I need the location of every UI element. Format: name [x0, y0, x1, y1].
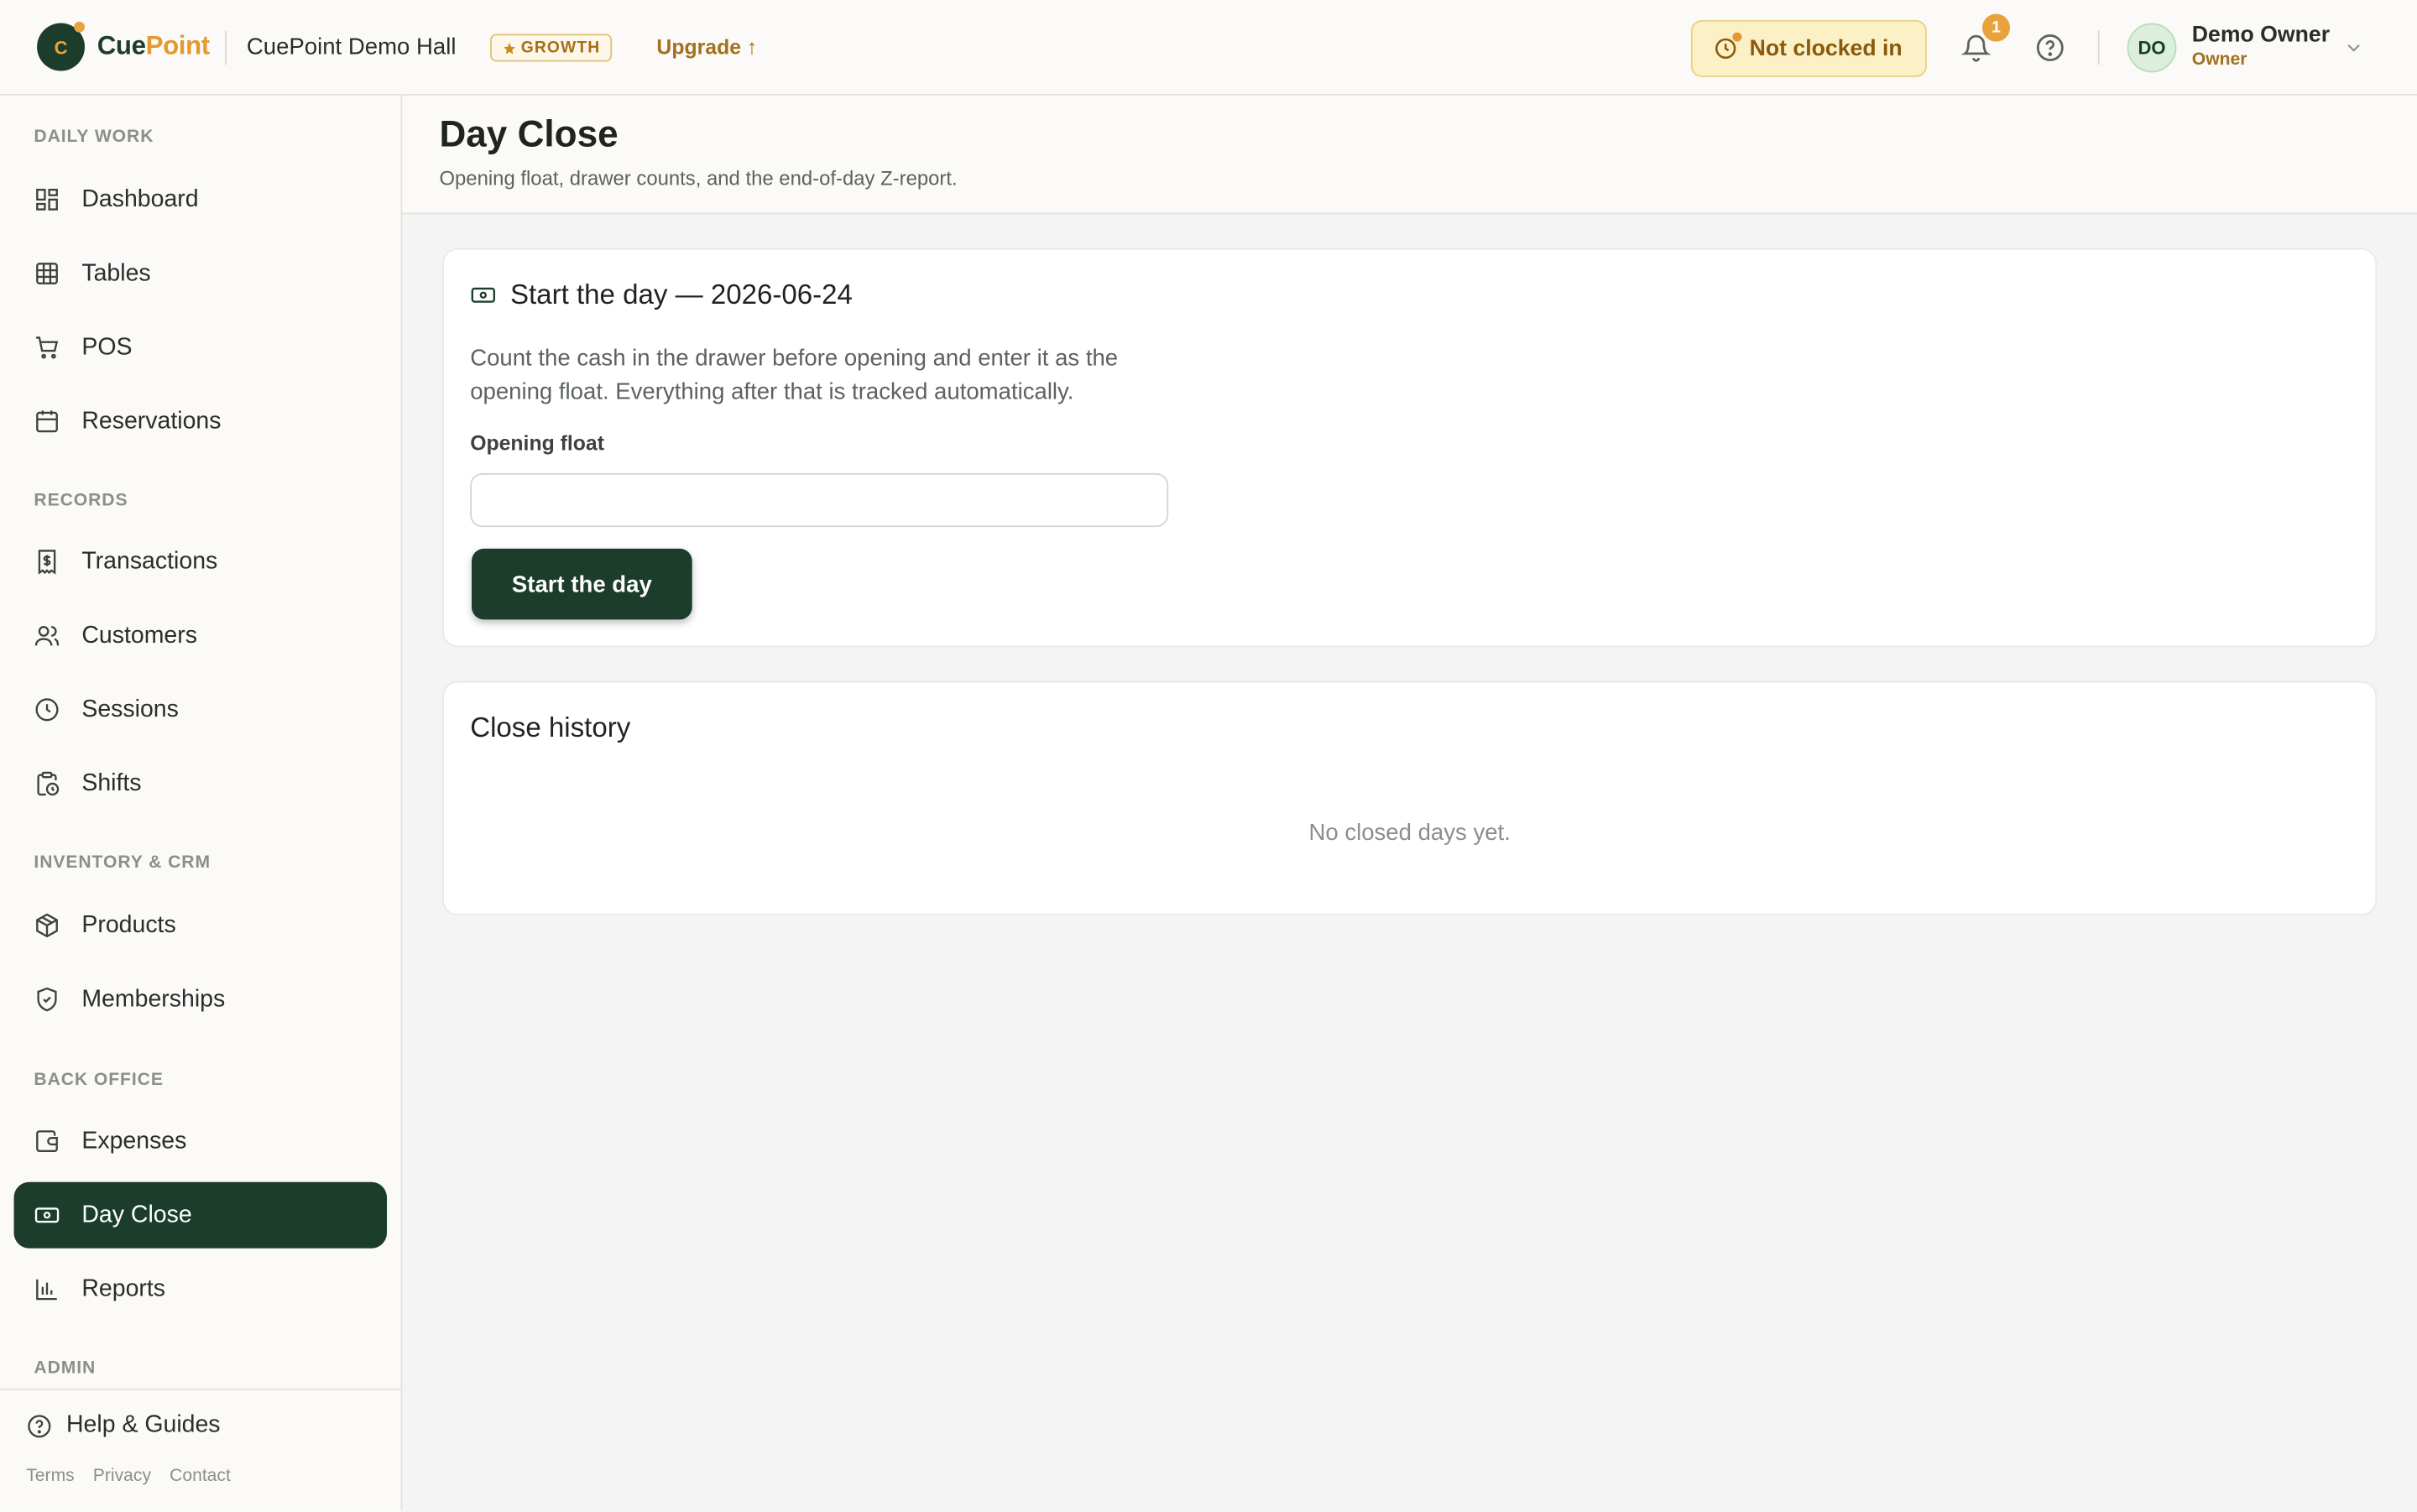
footer-links: Terms Privacy Contact [26, 1468, 231, 1486]
plan-badge: GROWTH [490, 34, 613, 62]
sidebar-item-sessions[interactable]: Sessions [14, 676, 387, 743]
sidebar-item-label: Expenses [81, 1127, 187, 1154]
sidebar-item-label: Reports [81, 1275, 166, 1302]
sidebar: DAILY WORK Dashboard Tables POS Reservat… [0, 95, 403, 1512]
start-day-title: Start the day — 2026-06-24 [470, 279, 853, 311]
clock-alert-dot [1732, 32, 1742, 42]
help-guides-link[interactable]: Help & Guides [26, 1411, 221, 1439]
divider [225, 30, 227, 65]
users-icon [34, 626, 60, 646]
sidebar-item-label: Products [81, 911, 176, 938]
help-circle-icon[interactable] [2034, 33, 2065, 64]
sidebar-item-label: Day Close [81, 1201, 192, 1228]
start-day-title-text: Start the day — 2026-06-24 [509, 279, 853, 310]
wallet-icon [36, 1130, 58, 1152]
sidebar-item-label: Tables [81, 259, 151, 286]
sidebar-item-tables[interactable]: Tables [14, 241, 387, 307]
avatar[interactable]: DO [2127, 23, 2177, 73]
app-root: C CuePoint CuePoint Demo Hall GROWTH Upg… [0, 0, 2417, 1512]
logo-mark[interactable]: C [37, 21, 86, 71]
sidebar-item-products[interactable]: Products [14, 892, 387, 958]
star-icon [504, 42, 515, 54]
shield-icon [37, 987, 57, 1012]
opening-float-input[interactable] [470, 472, 1169, 528]
sidebar-item-shifts[interactable]: Shifts [14, 750, 387, 816]
logo-letter: C [54, 36, 68, 58]
venue-name: CuePoint Demo Hall [246, 34, 457, 60]
sidebar-item-reservations[interactable]: Reservations [14, 388, 387, 455]
package-icon [36, 913, 58, 938]
calendar-icon [36, 410, 58, 433]
clipboard-clock-icon [37, 771, 60, 796]
start-day-card: Start the day — 2026-06-24 Count the cas… [442, 248, 2378, 648]
empty-state: No closed days yet. [1308, 820, 1511, 847]
sidebar-item-day-close[interactable]: Day Close [13, 1181, 388, 1249]
sidebar-item-label: Dashboard [81, 185, 199, 212]
logo-point: Point [145, 30, 211, 60]
page-title: Day Close [439, 113, 619, 156]
sidebar-item-label: Memberships [81, 985, 226, 1012]
start-day-description: Count the cash in the drawer before open… [470, 345, 1119, 406]
dashboard-icon [36, 188, 58, 211]
contact-link[interactable]: Contact [170, 1468, 231, 1486]
bar-chart-icon [36, 1279, 57, 1301]
start-day-button[interactable]: Start the day [472, 548, 692, 620]
logo-dot [74, 21, 86, 33]
close-history-card: Close history No closed days yet. [442, 680, 2378, 915]
page-header: Day Close Opening float, drawer counts, … [402, 95, 2417, 215]
section-daily-work: DAILY WORK [34, 128, 154, 147]
sidebar-item-label: Sessions [81, 696, 179, 722]
banknote-icon [471, 287, 495, 303]
user-role: Owner [2191, 50, 2247, 70]
sidebar-item-label: Shifts [81, 769, 142, 796]
receipt-icon [38, 550, 56, 575]
sidebar-item-dashboard[interactable]: Dashboard [14, 166, 387, 232]
page-subtitle: Opening float, drawer counts, and the en… [439, 166, 958, 190]
section-back-office: BACK OFFICE [34, 1071, 164, 1090]
chevron-down-icon[interactable] [2343, 37, 2365, 59]
sidebar-item-label: Customers [81, 622, 197, 649]
sidebar-item-expenses[interactable]: Expenses [14, 1108, 387, 1175]
sidebar-item-reports[interactable]: Reports [14, 1256, 387, 1322]
top-bar: C CuePoint CuePoint Demo Hall GROWTH Upg… [0, 0, 2417, 96]
section-admin: ADMIN [34, 1358, 97, 1379]
section-inventory-crm: INVENTORY & CRM [34, 853, 211, 873]
help-circle-icon [28, 1414, 51, 1437]
upgrade-link[interactable]: Upgrade ↑ [656, 35, 757, 59]
logo-cue: Cue [97, 30, 146, 60]
grid-icon [36, 263, 58, 284]
clock-icon [1714, 32, 1742, 60]
privacy-link[interactable]: Privacy [93, 1468, 151, 1486]
opening-float-label: Opening float [470, 431, 604, 455]
sidebar-item-label: POS [81, 333, 133, 360]
sidebar-item-transactions[interactable]: Transactions [14, 529, 387, 595]
user-name[interactable]: Demo Owner [2192, 23, 2330, 48]
terms-link[interactable]: Terms [26, 1468, 75, 1486]
help-guides-label: Help & Guides [65, 1411, 221, 1438]
plan-badge-label: GROWTH [520, 38, 601, 57]
sidebar-item-pos[interactable]: POS [14, 315, 387, 381]
sidebar-item-memberships[interactable]: Memberships [14, 967, 387, 1033]
clock-status-button[interactable]: Not clocked in [1690, 19, 1927, 77]
close-history-title: Close history [470, 712, 631, 743]
divider [2097, 30, 2100, 65]
clock-icon [35, 698, 59, 722]
notification-count-badge: 1 [1981, 13, 2011, 42]
sidebar-item-label: Transactions [81, 547, 218, 575]
sidebar-footer: Help & Guides Terms Privacy Contact [0, 1388, 401, 1512]
banknote-icon [34, 1207, 60, 1223]
sidebar-item-customers[interactable]: Customers [14, 602, 387, 669]
clock-status-label: Not clocked in [1749, 36, 1903, 61]
cart-icon [36, 336, 59, 359]
section-records: RECORDS [34, 491, 128, 510]
logo-wordmark[interactable]: CuePoint [97, 31, 210, 62]
sidebar-item-label: Reservations [81, 407, 222, 435]
